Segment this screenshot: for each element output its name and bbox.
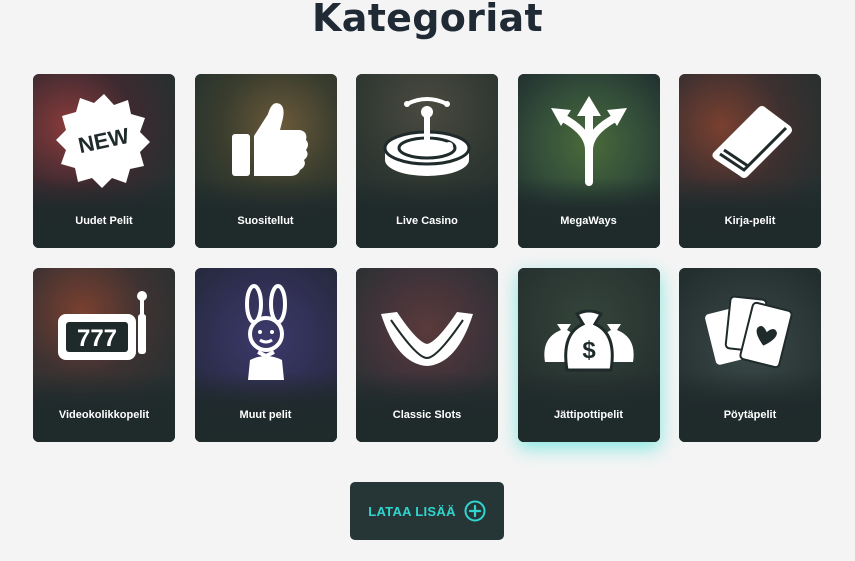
category-label: Uudet Pelit: [75, 215, 133, 227]
category-card-classic-slots[interactable]: Classic Slots: [356, 268, 498, 442]
category-label: Live Casino: [396, 215, 458, 227]
category-grid: NEW Uudet Pelit Suositellut Live Casino: [33, 74, 821, 442]
category-card-muut-pelit[interactable]: Muut pelit: [194, 268, 337, 442]
category-card-live-casino[interactable]: Live Casino: [356, 74, 498, 248]
category-label: Suositellut: [237, 215, 294, 227]
category-card-videokolikkopelit[interactable]: 777 Videokolikkopelit: [33, 268, 175, 442]
category-label: Videokolikkopelit: [58, 409, 150, 421]
category-label: MegaWays: [560, 215, 617, 227]
category-card-jattipottipelit[interactable]: $ Jättipottipelit: [517, 268, 660, 442]
slot-machine-icon: 777: [58, 291, 147, 360]
category-card-suositellut[interactable]: Suositellut: [194, 74, 337, 248]
category-label: Classic Slots: [392, 409, 462, 421]
money-sign-text: $: [582, 337, 596, 364]
load-more-button[interactable]: LATAA LISÄÄ: [350, 482, 504, 540]
thumbs-up-icon: [231, 103, 308, 176]
money-bags-icon: $: [543, 309, 634, 372]
roulette-wheel-icon: [383, 97, 471, 176]
page-title: Kategoriat: [312, 0, 543, 40]
category-card-kirja-pelit[interactable]: Kirja-pelit: [679, 74, 821, 248]
plus-circle-icon: [464, 500, 486, 522]
load-more-label: LATAA LISÄÄ: [368, 503, 456, 519]
category-card-poytapelit[interactable]: Pöytäpelit: [679, 268, 821, 442]
category-card-megaways[interactable]: MegaWays: [517, 74, 660, 248]
category-label: Jättipottipelit: [553, 409, 624, 421]
three-arrows-icon: [550, 96, 627, 186]
new-badge-icon: NEW: [56, 94, 150, 188]
category-card-uudet-pelit[interactable]: NEW Uudet Pelit: [33, 74, 175, 248]
playing-cards-icon: [705, 295, 793, 369]
bunny-mascot-icon: [244, 284, 287, 380]
boomerang-icon: [381, 312, 473, 366]
book-icon: [712, 106, 792, 178]
slot-reels-text: 777: [77, 325, 117, 352]
category-label: Pöytäpelit: [723, 409, 777, 421]
category-label: Muut pelit: [239, 409, 292, 421]
category-label: Kirja-pelit: [724, 215, 776, 227]
